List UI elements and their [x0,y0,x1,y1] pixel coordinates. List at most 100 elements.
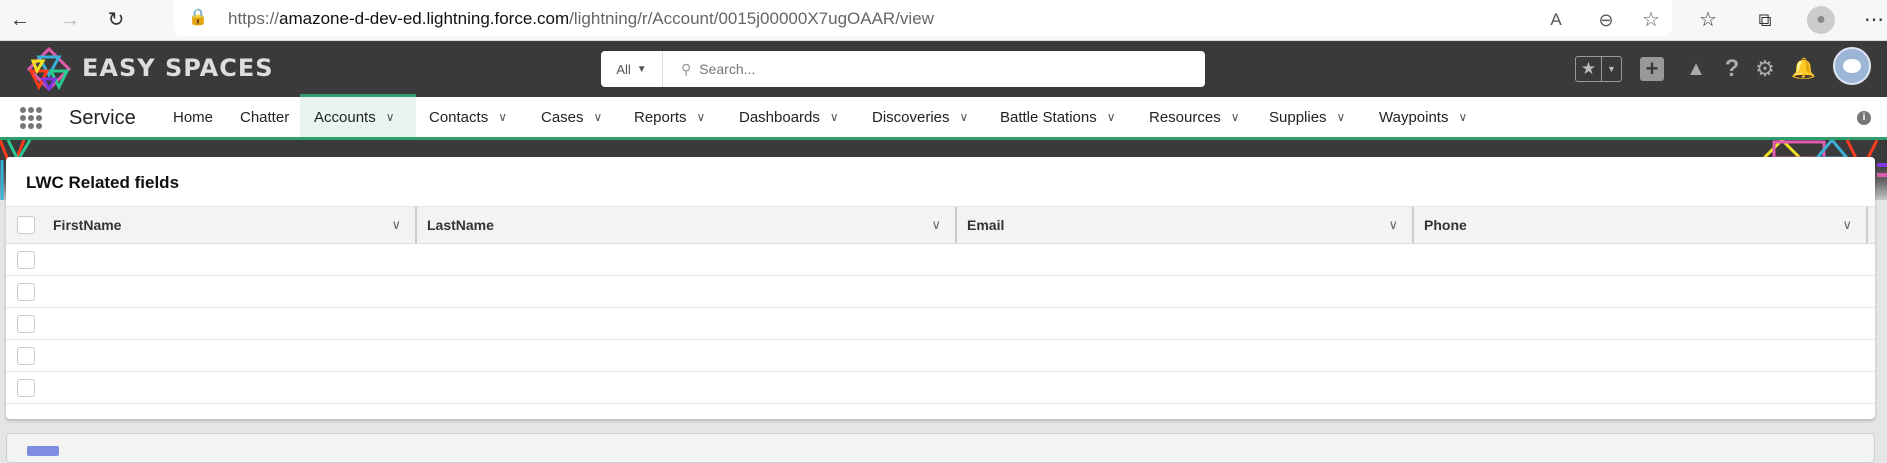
nav-item-accounts[interactable]: Accounts ∨ [300,94,416,137]
user-avatar[interactable] [1833,47,1871,85]
trailhead-icon[interactable]: ▲ [1683,55,1709,83]
help-icon[interactable]: ? [1722,55,1742,83]
reload-icon[interactable]: ↻ [104,8,128,32]
nav-label: Cases [541,108,584,126]
collections-icon[interactable]: ⧉ [1753,8,1777,32]
nav-item-waypoints[interactable]: Waypoints ∨ [1379,97,1467,137]
card-icon [27,446,59,456]
table-row [6,372,1875,404]
nav-item-discoveries[interactable]: Discoveries ∨ [872,97,968,137]
search-input[interactable] [691,61,1205,77]
nav-label: Resources [1149,108,1221,126]
table-row [6,308,1875,340]
search-scope-dropdown[interactable]: All ▼ [601,51,663,87]
nav-item-chatter[interactable]: Chatter [240,97,289,137]
table-row [6,340,1875,372]
table-row [6,276,1875,308]
nav-item-contacts[interactable]: Contacts ∨ [429,97,507,137]
url-text[interactable]: https://amazone-d-dev-ed.lightning.force… [228,9,934,29]
url-prefix: https:// [228,9,280,28]
browser-toolbar: ← → ↻ 🔒 https://amazone-d-dev-ed.lightni… [0,0,1887,41]
search-icon: ⚲ [681,60,692,77]
chevron-down-icon[interactable]: ∨ [1842,217,1852,233]
chevron-down-icon[interactable]: ∨ [386,110,395,124]
app-logo-text: EASY SPACES [82,54,274,82]
row-checkbox[interactable] [17,347,35,365]
nav-label: Waypoints [1379,108,1449,126]
search-scope-label: All [616,61,631,77]
chevron-down-icon[interactable]: ∨ [391,217,401,233]
nav-item-supplies[interactable]: Supplies ∨ [1269,97,1345,137]
nav-label: Discoveries [872,108,950,126]
zoom-out-icon[interactable]: ⊖ [1594,8,1618,32]
info-icon[interactable]: i [1857,111,1871,125]
chevron-down-icon[interactable]: ∨ [498,110,507,124]
nav-item-dashboards[interactable]: Dashboards ∨ [739,97,839,137]
column-header-email[interactable]: Email ∨ [955,207,1412,243]
card-title: LWC Related fields [26,173,180,192]
chevron-down-icon[interactable]: ∨ [1337,110,1346,124]
app-name: Service [69,107,136,129]
add-favorite-icon[interactable]: ☆ [1639,8,1663,32]
global-header: EASY SPACES All ▼ ⚲ ★ ▼ + ▲ ? ⚙ 🔔 [0,41,1887,97]
chevron-down-icon[interactable]: ∨ [960,110,969,124]
nav-item-resources[interactable]: Resources ∨ [1149,97,1240,137]
url-path: /lightning/r/Account/0015j00000X7ugOAAR/… [569,9,934,28]
nav-label: Dashboards [739,108,820,126]
column-label: Email [967,217,1005,233]
chevron-down-icon[interactable]: ∨ [1458,110,1467,124]
select-all-checkbox[interactable] [17,216,35,234]
table-row [6,244,1875,276]
row-checkbox[interactable] [17,315,35,333]
read-aloud-icon[interactable]: A [1544,8,1568,32]
row-checkbox[interactable] [17,251,35,269]
chevron-down-icon[interactable]: ∨ [830,110,839,124]
avatar-face-icon [1843,59,1861,73]
nav-item-home[interactable]: Home [173,97,213,137]
column-label: Phone [1424,217,1467,233]
nav-label: Battle Stations [1000,108,1097,126]
back-icon[interactable]: ← [8,8,32,32]
url-host: amazone-d-dev-ed.lightning.force.com [279,9,570,28]
lwc-related-fields-card: LWC Related fields FirstName ∨ LastName ∨ … [6,157,1875,419]
favorites-icon[interactable]: ☆ [1696,8,1720,32]
global-search: All ▼ ⚲ [601,51,1205,87]
column-header-firstname[interactable]: FirstName ∨ [43,207,415,243]
nav-item-cases[interactable]: Cases ∨ [541,97,602,137]
chevron-down-icon[interactable]: ∨ [931,217,941,233]
more-icon[interactable]: ⋯ [1862,8,1886,32]
row-checkbox[interactable] [17,379,35,397]
next-card [6,433,1875,463]
app-navigation-bar: Service Home Chatter Accounts ∨ Contacts ∨… [0,94,1887,140]
forward-icon[interactable]: → [58,8,82,32]
global-actions-plus-icon[interactable]: + [1640,57,1664,81]
profile-icon[interactable]: ● [1807,6,1835,34]
column-header-lastname[interactable]: LastName ∨ [415,207,955,243]
row-checkbox[interactable] [17,283,35,301]
table-header-row: FirstName ∨ LastName ∨ Email ∨ Phone ∨ [6,206,1875,244]
nav-item-battle-stations[interactable]: Battle Stations ∨ [1000,97,1116,137]
address-bar[interactable]: 🔒 https://amazone-d-dev-ed.lightning.for… [174,0,1672,36]
favorites-button[interactable]: ★ ▼ [1575,56,1622,82]
column-label: FirstName [53,217,122,233]
star-icon: ★ [1576,57,1602,81]
column-label: LastName [427,217,494,233]
nav-label: Contacts [429,108,489,126]
easy-spaces-logo [27,47,71,91]
column-header-phone[interactable]: Phone ∨ [1412,207,1868,243]
nav-label: Home [173,108,214,126]
notifications-bell-icon[interactable]: 🔔 [1791,55,1816,83]
chevron-down-icon[interactable]: ∨ [1107,110,1116,124]
chevron-down-icon[interactable]: ∨ [594,110,603,124]
nav-label: Reports [634,108,687,126]
chevron-down-icon[interactable]: ∨ [697,110,706,124]
chevron-down-icon[interactable]: ∨ [1388,217,1398,233]
setup-gear-icon[interactable]: ⚙ [1754,55,1776,83]
nav-label: Chatter [240,108,290,126]
nav-item-reports[interactable]: Reports ∨ [634,97,705,137]
nav-label: Accounts [314,108,376,126]
chevron-down-icon[interactable]: ∨ [1231,110,1240,124]
caret-down-icon[interactable]: ▼ [1602,57,1621,81]
nav-label: Supplies [1269,108,1327,126]
app-launcher-icon[interactable] [20,107,42,129]
